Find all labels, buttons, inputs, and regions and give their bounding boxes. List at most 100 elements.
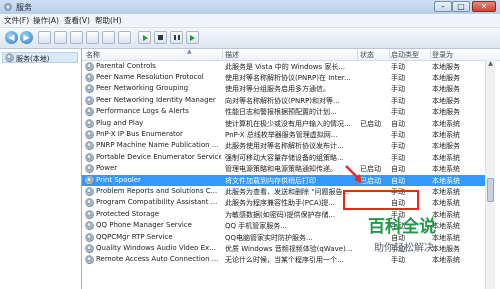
service-log-on-as: 本地服务 xyxy=(432,142,460,151)
service-startup-type: 手动 xyxy=(391,153,405,162)
service-startup-type: 手动 xyxy=(391,85,405,94)
refresh-button[interactable] xyxy=(70,31,83,44)
service-startup-type: 手动 xyxy=(391,73,405,82)
service-name: Parental Controls xyxy=(96,61,156,70)
service-startup-type: 手动 xyxy=(391,96,405,105)
service-description: 性能日志和警报根据预配置的计划... xyxy=(225,108,337,117)
column-header-description[interactable]: 描述 xyxy=(225,50,239,60)
service-description: 向对等名称解析协议(PNRP)和对等... xyxy=(225,96,340,105)
service-gear-icon xyxy=(85,186,94,196)
service-name: Portable Device Enumerator Service xyxy=(96,152,221,161)
column-header-startup-type[interactable]: 启动类型 xyxy=(391,50,419,60)
menu-bar: 文件(F) 操作(A) 查看(V) 帮助(H) xyxy=(0,14,500,28)
service-name: Print Spooler xyxy=(96,175,141,184)
pause-service-button[interactable] xyxy=(170,31,183,44)
service-name: Plug and Play xyxy=(96,118,144,127)
service-description: 此服务使用对等名称解析协议发布计... xyxy=(225,142,344,151)
column-divider[interactable] xyxy=(357,50,358,59)
forward-button[interactable]: ▶ xyxy=(20,31,33,44)
service-description: PnP-X 总线枚举器服务管理虚拟网... xyxy=(225,130,338,139)
table-row[interactable]: Peer Name Resolution Protocol 使用对等名称解析协议(… xyxy=(82,72,485,83)
table-row[interactable]: Print Spooler 将文件加载到内存供稍后打印 已启动 自动 本地系统 xyxy=(82,174,485,186)
table-row[interactable]: Portable Device Enumerator Service 强制可移动大… xyxy=(82,152,485,163)
service-log-on-as: 本地系统 xyxy=(432,199,460,208)
table-row[interactable]: Program Compatibility Assistant ... 此服务为程… xyxy=(82,197,485,208)
restart-service-button[interactable] xyxy=(186,31,199,44)
table-row[interactable]: PNRP Machine Name Publication ... 此服务使用对等… xyxy=(82,140,485,151)
tree-item-services-local[interactable]: 服务(本地) xyxy=(2,52,78,63)
restart-icon xyxy=(190,35,195,41)
service-description: 将文件加载到内存供稍后打印 xyxy=(225,176,316,185)
table-row[interactable]: Peer Networking Grouping 使用对等分组服务启用多方通信。 手… xyxy=(82,83,485,94)
table-row[interactable]: Parental Controls 此服务是 Vista 中的 Windows 家… xyxy=(82,61,485,72)
service-description: 此服务为查看、发送和删除 "问题报告... xyxy=(225,187,350,196)
stop-service-button[interactable] xyxy=(154,31,167,44)
service-log-on-as: 本地系统 xyxy=(432,130,460,139)
table-row[interactable]: Power 管理电源策略和电源策略通知传递。 已启动 自动 本地系统 xyxy=(82,163,485,174)
column-header-log-on-as[interactable]: 登录为 xyxy=(432,50,453,60)
service-name: Peer Name Resolution Protocol xyxy=(96,72,204,81)
service-description: 使用对等名称解析协议(PNRP)在 Inter... xyxy=(225,73,351,82)
column-divider[interactable] xyxy=(222,50,223,59)
table-row[interactable]: Plug and Play 使计算机在极少或没有用户输入的情况... 已启动 自动 本地… xyxy=(82,118,485,129)
window-title: 服务 xyxy=(16,3,32,12)
service-name: Peer Networking Identity Manager xyxy=(96,95,216,104)
close-button[interactable]: ✕ xyxy=(472,1,496,12)
service-description: 此服务为程序兼容性助手(PCA)提... xyxy=(225,199,336,208)
services-app-icon xyxy=(4,3,12,11)
table-row[interactable]: Performance Logs & Alerts 性能日志和警报根据预配置的计划… xyxy=(82,106,485,117)
stop-icon xyxy=(158,35,163,40)
service-startup-type: 手动 xyxy=(391,108,405,117)
service-startup-type: 自动 xyxy=(391,119,405,128)
properties-button[interactable] xyxy=(54,31,67,44)
service-log-on-as: 本地系统 xyxy=(432,119,460,128)
tree-pane: 服务(本地) xyxy=(0,49,82,289)
service-description: 此服务是 Vista 中的 Windows 家长... xyxy=(225,62,346,71)
scrollbar-thumb[interactable] xyxy=(487,178,494,202)
service-name: Peer Networking Grouping xyxy=(96,84,189,93)
service-name: Program Compatibility Assistant ... xyxy=(96,198,218,207)
scroll-up-icon[interactable]: ▲ xyxy=(486,60,495,68)
console-button[interactable] xyxy=(118,31,131,44)
service-gear-icon xyxy=(85,61,94,71)
service-gear-icon xyxy=(85,129,94,139)
title-bar: 服务 – □ ✕ xyxy=(0,0,500,14)
service-description: 无论什么时候，当某个程序引用一个... xyxy=(225,256,344,265)
arrow-right-icon: ▶ xyxy=(23,33,30,42)
help-button[interactable] xyxy=(102,31,115,44)
arrow-left-icon: ◀ xyxy=(8,33,15,42)
table-row[interactable]: Problem Reports and Solutions C... 此服务为查看… xyxy=(82,186,485,197)
menu-help[interactable]: 帮助(H) xyxy=(95,15,122,26)
service-log-on-as: 本地服务 xyxy=(432,62,460,71)
service-name: PnP-X IP Bus Enumerator xyxy=(96,129,183,138)
minimize-button[interactable]: – xyxy=(434,1,452,12)
table-row[interactable]: PnP-X IP Bus Enumerator PnP-X 总线枚举器服务管理虚拟… xyxy=(82,129,485,140)
table-row[interactable]: Peer Networking Identity Manager 向对等名称解析协… xyxy=(82,95,485,106)
column-header-name[interactable]: 名称 xyxy=(86,50,100,60)
menu-action[interactable]: 操作(A) xyxy=(33,15,59,26)
menu-view[interactable]: 查看(V) xyxy=(64,15,90,26)
service-startup-type: 手动 xyxy=(391,142,405,151)
watermark-slogan: 助你轻松解决 xyxy=(374,243,434,254)
service-log-on-as: 本地服务 xyxy=(432,73,460,82)
service-log-on-as: 本地系统 xyxy=(432,176,460,185)
service-name: PNRP Machine Name Publication ... xyxy=(96,141,219,150)
gear-icon xyxy=(5,53,14,62)
service-description: 强制可移动大容量存储设备的组策略... xyxy=(225,153,344,162)
service-description: 优质 Windows 音频视频体验(qWave)... xyxy=(225,244,353,253)
back-button[interactable]: ◀ xyxy=(5,31,18,44)
column-divider[interactable] xyxy=(430,50,431,59)
toolbar: ◀ ▶ xyxy=(0,28,500,49)
start-service-button[interactable] xyxy=(138,31,151,44)
menu-file[interactable]: 文件(F) xyxy=(4,15,29,26)
column-header-status[interactable]: 状态 xyxy=(360,50,374,60)
export-list-button[interactable] xyxy=(86,31,99,44)
column-divider[interactable] xyxy=(389,50,390,59)
service-description: QQ电脑管家实时防护服务... xyxy=(225,233,313,242)
annotation-highlight-box xyxy=(343,190,419,210)
maximize-button[interactable]: □ xyxy=(452,1,470,12)
show-hide-tree-button[interactable] xyxy=(38,31,51,44)
service-gear-icon xyxy=(85,84,94,94)
service-log-on-as: 本地系统 xyxy=(432,165,460,174)
service-description: QQ 手机管家服务... xyxy=(225,222,287,231)
